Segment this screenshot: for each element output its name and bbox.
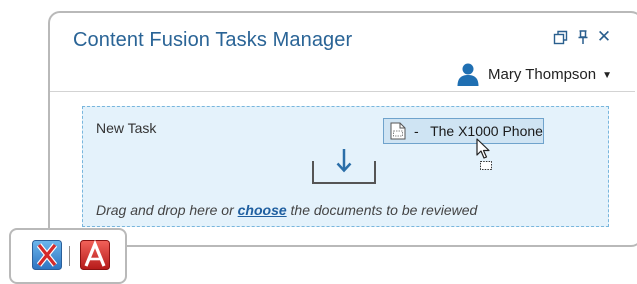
user-name: Mary Thompson [488,65,597,83]
document-icon [390,122,406,140]
dragged-document[interactable]: - The X1000 Phone [383,118,544,144]
drag-cursor-icon [476,138,492,170]
drop-hint-text-end: the documents to be reviewed [286,202,478,218]
drop-hint: Drag and drop here or choose the documen… [96,202,477,218]
chevron-down-icon[interactable]: ▼ [602,70,612,81]
header-divider [50,91,635,92]
tray-separator [69,246,70,266]
drop-hint-text: Drag and drop here or [96,202,238,218]
user-menu[interactable]: Mary Thompson ▼ [456,62,612,86]
restore-window-icon[interactable] [553,29,569,45]
a-app-icon[interactable] [80,240,110,270]
pin-icon[interactable] [575,29,591,45]
close-icon[interactable]: ✕ [596,28,612,45]
choose-link[interactable]: choose [238,202,287,218]
new-task-label: New Task [96,120,157,136]
x-app-icon[interactable] [32,240,62,270]
user-icon [457,63,479,86]
window-title: Content Fusion Tasks Manager [73,29,353,51]
download-arrow-icon [312,149,376,184]
dragged-document-name: - The X1000 Phone [414,123,543,139]
